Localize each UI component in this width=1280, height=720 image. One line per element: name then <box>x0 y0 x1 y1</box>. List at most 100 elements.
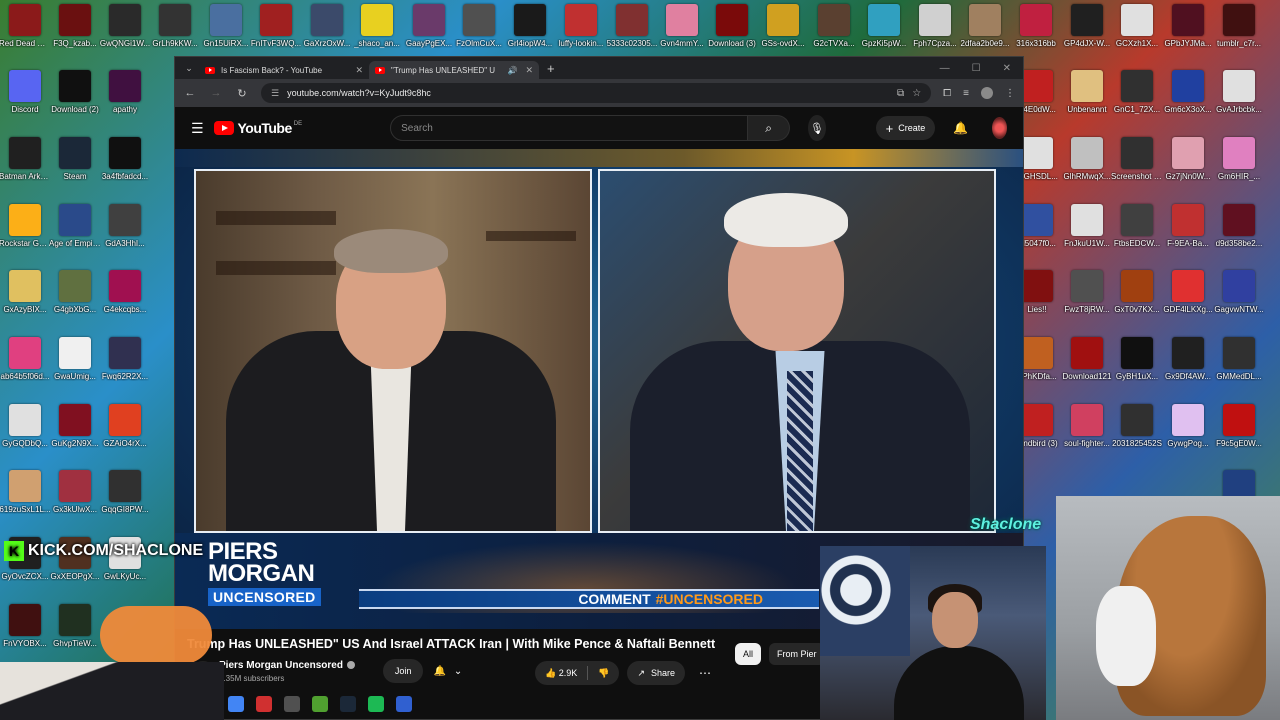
chip-from-channel[interactable]: From Pier <box>769 643 825 665</box>
desktop-shortcut[interactable]: Age of Empires... <box>49 204 101 270</box>
desktop-shortcut[interactable]: G4ekcqbs... <box>100 270 150 336</box>
shortcut-thumbnail-icon <box>463 4 495 36</box>
desktop-shortcut[interactable]: 2031825452S <box>1112 404 1162 470</box>
tab-trump-has-unleashed[interactable]: "Trump Has UNLEASHED" U 🔊 ✕ <box>369 61 539 79</box>
back-arrow-icon[interactable]: ← <box>183 87 197 99</box>
desktop-shortcut[interactable]: GDF4lLKXg... <box>1163 270 1213 336</box>
voice-search-button[interactable]: 🎙 <box>808 115 826 141</box>
desktop-shortcut[interactable]: FnVYOBX... <box>0 604 50 670</box>
desktop-shortcut[interactable]: F-9EA-Ba... <box>1163 204 1213 270</box>
desktop-shortcut[interactable]: GyGQDbQ... <box>0 404 50 470</box>
maximize-icon[interactable]: ☐ <box>972 63 981 74</box>
notifications-bell-icon[interactable]: 🔔 <box>953 121 968 135</box>
desktop-shortcut[interactable]: Fwq62R2X... <box>100 337 150 403</box>
desktop-shortcut[interactable]: GlhRMwqX... <box>1062 137 1112 203</box>
desktop-shortcut[interactable]: Batman Arkham As... <box>0 137 51 203</box>
bookmark-star-icon[interactable]: ☆ <box>912 88 921 99</box>
desktop-shortcut[interactable]: FwzT8jRW... <box>1062 270 1112 336</box>
desktop-shortcut[interactable]: GuKg2N9X... <box>50 404 100 470</box>
desktop-shortcut[interactable]: Screenshot 2023-06-... <box>1111 137 1163 203</box>
forward-arrow-icon[interactable]: → <box>209 87 223 99</box>
desktop-shortcut[interactable]: GP4dJX-W... <box>1062 4 1112 70</box>
desktop-shortcut[interactable]: soul-fighter... <box>1062 404 1112 470</box>
desktop-shortcut[interactable]: F9c5gE0W... <box>1214 404 1264 470</box>
account-avatar[interactable] <box>992 117 1007 139</box>
close-window-icon[interactable]: ✕ <box>1003 63 1011 74</box>
desktop-shortcut[interactable]: GwaUmig... <box>50 337 100 403</box>
new-tab-button[interactable]: + <box>547 61 555 76</box>
hamburger-menu-icon[interactable]: ☰ <box>191 120 204 137</box>
desktop-shortcut[interactable]: G4gbXbG... <box>50 270 100 336</box>
desktop-shortcut[interactable]: GxAzyBIX... <box>0 270 50 336</box>
desktop-shortcut[interactable]: FtbsEDCW... <box>1112 204 1162 270</box>
app-figure-icon[interactable] <box>284 696 300 712</box>
desktop-shortcut[interactable]: GqqGI8PW... <box>100 470 150 536</box>
app-red-icon[interactable] <box>256 696 272 712</box>
desktop-shortcut[interactable]: apathy <box>100 70 150 136</box>
desktop-shortcut[interactable]: Red Dead Redempti... <box>0 4 51 70</box>
desktop-shortcut[interactable]: GxT0v7KX... <box>1112 270 1162 336</box>
desktop-shortcut[interactable]: 3a4fbfadcd... <box>100 137 150 203</box>
search-input[interactable] <box>390 115 749 141</box>
desktop-shortcut[interactable]: Rockstar Games ... <box>0 204 51 270</box>
desktop-shortcut[interactable]: GdA3HhI... <box>100 204 150 270</box>
chip-all[interactable]: All <box>735 643 762 665</box>
tab-is-fascism-back[interactable]: Is Fascism Back? - YouTube ✕ <box>199 61 369 79</box>
desktop-shortcut[interactable]: Gx3kUlwX... <box>50 470 100 536</box>
minimize-icon[interactable]: — <box>940 63 950 74</box>
desktop-shortcut[interactable]: GwQNGi1W... <box>100 4 150 70</box>
desktop-shortcut[interactable]: GyBH1uX... <box>1112 337 1162 403</box>
create-button[interactable]: + Create <box>875 116 936 140</box>
profile-avatar[interactable] <box>981 87 993 99</box>
more-actions-icon[interactable]: ⋯ <box>693 666 717 680</box>
tab-search-icon[interactable]: ⌄ <box>179 63 199 74</box>
audio-playing-icon[interactable]: 🔊 <box>507 66 517 75</box>
notes-icon[interactable] <box>396 696 412 712</box>
search-button[interactable]: ⌕ <box>748 115 791 141</box>
desktop-shortcut[interactable]: GvAJrbcbk... <box>1214 70 1264 136</box>
desktop-shortcut[interactable]: GZAiO4rX... <box>100 404 150 470</box>
desktop-shortcut[interactable]: ab64b5f06d... <box>0 337 50 403</box>
desktop-shortcut[interactable]: Unbenannt <box>1062 70 1112 136</box>
desktop-shortcut[interactable]: Discord <box>0 70 50 136</box>
desktop-shortcut[interactable]: d9d358be2... <box>1214 204 1264 270</box>
desktop-shortcut[interactable]: Gm6cX3oX... <box>1163 70 1213 136</box>
desktop-shortcut[interactable]: GMMedDL... <box>1214 337 1264 403</box>
desktop-shortcut[interactable]: GnC1_72X... <box>1112 70 1162 136</box>
desktop-shortcut[interactable]: FnJkuU1W... <box>1062 204 1112 270</box>
desktop-shortcut[interactable]: GagvwNTW... <box>1214 270 1264 336</box>
desktop-shortcut[interactable]: F3Q_kzab... <box>50 4 100 70</box>
media-controls-icon[interactable]: ≡ <box>963 88 969 99</box>
reload-icon[interactable]: ↻ <box>235 87 249 100</box>
desktop-shortcut[interactable]: Gx9Df4AW... <box>1163 337 1213 403</box>
desktop-shortcut[interactable]: Steam <box>50 137 100 203</box>
app-green-icon[interactable] <box>312 696 328 712</box>
steam-icon[interactable] <box>340 696 356 712</box>
dislike-button[interactable]: 👎 <box>598 668 609 679</box>
desktop-shortcut[interactable]: Download (2) <box>50 70 100 136</box>
install-app-icon[interactable]: ⧉ <box>897 88 904 99</box>
join-button[interactable]: Join <box>382 659 424 683</box>
youtube-logo[interactable]: YouTube DE <box>214 120 302 136</box>
desktop-shortcut[interactable]: GhvpTieW... <box>50 604 100 670</box>
desktop-shortcut[interactable]: GywgPog... <box>1163 404 1213 470</box>
share-button[interactable]: ↗ Share <box>627 661 686 685</box>
url-field[interactable]: ☰ youtube.com/watch?v=KyJudt9c8hc ⧉ ☆ <box>261 83 932 103</box>
extensions-icon[interactable]: ⧠ <box>943 88 951 99</box>
close-tab-icon[interactable]: ✕ <box>525 65 533 76</box>
menu-kebab-icon[interactable]: ⋮ <box>1005 88 1015 99</box>
desktop-shortcut[interactable]: GCXzh1X... <box>1112 4 1162 70</box>
desktop-shortcut[interactable]: Gz7jNn0W... <box>1163 137 1213 203</box>
close-tab-icon[interactable]: ✕ <box>355 65 363 76</box>
desktop-shortcut[interactable]: Gm6HIR_... <box>1214 137 1264 203</box>
spotify-icon[interactable] <box>368 696 384 712</box>
desktop-shortcut[interactable]: tumblr_c7r... <box>1214 4 1264 70</box>
chrome-icon[interactable] <box>228 696 244 712</box>
subscription-bell-button[interactable]: 🔔 ⌄ <box>433 666 462 677</box>
desktop-shortcut[interactable]: GPbJYJMa... <box>1163 4 1213 70</box>
like-button[interactable]: 👍 2.9K <box>545 668 577 679</box>
site-info-icon[interactable]: ☰ <box>271 88 279 99</box>
desktop-shortcut[interactable]: Download121 <box>1062 337 1112 403</box>
channel-name[interactable]: Piers Morgan Uncensored <box>219 660 355 671</box>
desktop-shortcut[interactable]: 619zuSxL1L... <box>0 470 51 536</box>
